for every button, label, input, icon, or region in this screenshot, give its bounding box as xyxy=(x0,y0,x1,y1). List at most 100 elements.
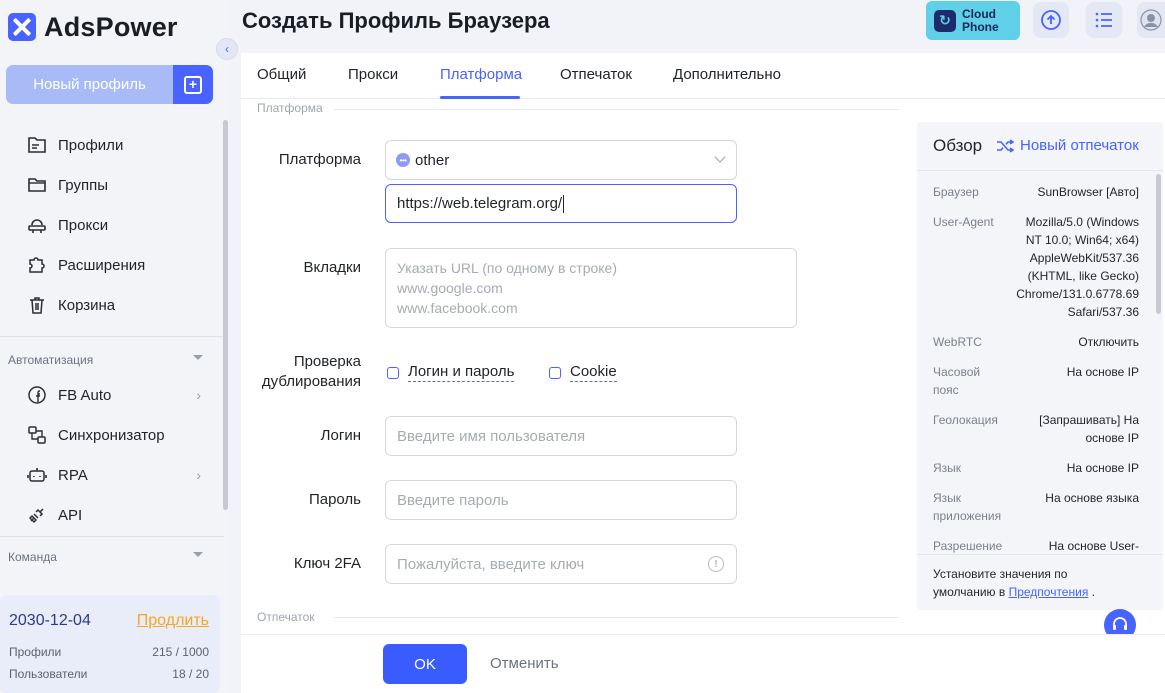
collapse-sidebar-button[interactable]: ‹ xyxy=(216,38,238,60)
password-placeholder: Введите пароль xyxy=(397,491,509,509)
platform-select[interactable]: ••• other xyxy=(385,140,737,180)
automation-section-header[interactable]: Автоматизация xyxy=(8,353,203,367)
tab-fingerprint[interactable]: Отпечаток xyxy=(560,66,632,83)
checkbox-icon xyxy=(549,366,561,379)
quick-add-button[interactable]: + xyxy=(173,65,213,104)
login-input[interactable]: Введите имя пользователя xyxy=(385,416,737,456)
overview-value: SunBrowser [Авто] xyxy=(1037,185,1139,199)
users-usage-label: Пользователи xyxy=(9,667,88,681)
sidebar-item-label: Синхронизатор xyxy=(58,426,165,444)
overview-key: Разрешение xyxy=(933,539,1003,553)
overview-value: Mozilla/5.0 (Windows NT 10.0; Win64; x64… xyxy=(1016,215,1139,319)
twofa-input[interactable]: Пожалуйста, введите ключ ! xyxy=(385,544,737,584)
duplicate-check-label-line2: дублирования xyxy=(261,373,361,390)
sidebar-divider xyxy=(0,336,224,337)
plus-square-icon: + xyxy=(184,75,202,94)
sidebar: AdsPower Новый профиль + Профили Группы … xyxy=(0,0,229,693)
form-footer: OK Отменить xyxy=(241,634,1165,693)
twofa-label: Ключ 2FA xyxy=(293,555,361,572)
tab-proxy[interactable]: Прокси xyxy=(348,66,398,83)
chevron-right-icon: › xyxy=(196,467,201,483)
new-fingerprint-label: Новый отпечаток xyxy=(1020,137,1139,154)
overview-value: На основе языка xyxy=(1045,491,1139,505)
platform-url-value: https://web.telegram.org/ xyxy=(397,195,563,212)
profiles-usage: Профили 215 / 1000 xyxy=(9,645,209,659)
overview-title: Обзор xyxy=(933,136,983,155)
list-icon xyxy=(1095,12,1112,28)
overview-key: Язык xyxy=(933,461,962,475)
duplicate-check-label: Проверка дублирования xyxy=(191,352,361,392)
overview-value: На основе User- xyxy=(1048,539,1139,553)
sidebar-divider xyxy=(0,536,224,537)
overview-key: WebRTC xyxy=(933,335,982,349)
section-divider xyxy=(334,109,900,110)
preferences-link[interactable]: Предпочтения xyxy=(1009,585,1089,599)
info-icon[interactable]: ! xyxy=(708,556,724,572)
user-avatar-button[interactable] xyxy=(1137,2,1165,38)
tabs-label: Вкладки xyxy=(303,259,361,276)
sidebar-item-proxy[interactable]: Прокси xyxy=(0,205,229,245)
tab-general[interactable]: Общий xyxy=(257,66,306,83)
overview-scrollbar[interactable] xyxy=(1156,174,1161,314)
login-placeholder: Введите имя пользователя xyxy=(397,427,586,445)
new-profile-label: Новый профиль xyxy=(33,76,146,93)
duplicate-check-label-line1: Проверка xyxy=(293,353,361,370)
puzzle-icon xyxy=(26,254,48,276)
ok-button[interactable]: OK xyxy=(383,644,467,684)
platform-url-input[interactable]: https://web.telegram.org/ xyxy=(385,184,737,223)
sidebar-item-label: FB Auto xyxy=(58,386,112,404)
sidebar-item-trash[interactable]: Корзина xyxy=(0,285,229,325)
tabs-url-textarea[interactable]: Указать URL (по одному в строке) www.goo… xyxy=(385,248,797,328)
cancel-button[interactable]: Отменить xyxy=(490,655,559,672)
active-tab-indicator xyxy=(440,96,520,99)
users-usage-value: 18 / 20 xyxy=(172,667,209,681)
sidebar-item-label: API xyxy=(58,506,83,524)
overview-footer-divider xyxy=(917,554,1163,555)
users-usage: Пользователи 18 / 20 xyxy=(9,667,209,681)
cloud-phone-button[interactable]: ↻ Cloud Phone xyxy=(926,1,1020,40)
dup-check-login-password[interactable]: Логин и пароль xyxy=(387,363,515,382)
overview-key: Часовой пояс xyxy=(933,365,981,397)
new-profile-button[interactable]: Новый профиль + xyxy=(6,65,213,104)
platform-selected-value: other xyxy=(415,151,450,169)
overview-note: Установите значения по умолчанию в Предп… xyxy=(933,565,1133,601)
overview-key: Браузер xyxy=(933,185,979,199)
renew-link[interactable]: Продлить xyxy=(137,612,209,630)
dup-check-cookie[interactable]: Cookie xyxy=(549,363,617,382)
tab-advanced[interactable]: Дополнительно xyxy=(673,66,781,83)
tab-platform[interactable]: Платформа xyxy=(440,66,522,83)
sidebar-scrollbar[interactable] xyxy=(223,120,228,510)
dup-check-cookie-label: Cookie xyxy=(570,363,617,382)
upload-button[interactable] xyxy=(1033,2,1069,38)
cloud-phone-label: Cloud Phone xyxy=(962,7,999,34)
overview-key: User-Agent xyxy=(933,215,994,229)
adspower-logo-icon xyxy=(8,13,36,41)
twofa-placeholder: Пожалуйста, введите ключ xyxy=(397,555,585,573)
sidebar-item-rpa[interactable]: RPA › xyxy=(0,455,229,495)
sidebar-item-label: Расширения xyxy=(58,256,146,274)
new-fingerprint-button[interactable]: Новый отпечаток xyxy=(996,137,1139,154)
plug-icon xyxy=(26,504,48,526)
profiles-usage-label: Профили xyxy=(9,645,62,659)
tabs-placeholder-line: www.google.com xyxy=(397,280,503,296)
sidebar-item-label: Прокси xyxy=(58,216,109,234)
more-dots-icon: ••• xyxy=(396,153,410,167)
facebook-icon xyxy=(26,384,48,406)
task-list-button[interactable] xyxy=(1086,2,1122,38)
proxy-icon xyxy=(26,214,48,236)
app-logo[interactable]: AdsPower xyxy=(8,10,178,44)
overview-key: Геолокация xyxy=(933,413,998,427)
automation-nav: FB Auto › Синхронизатор RPA › API xyxy=(0,375,229,535)
password-input[interactable]: Введите пароль xyxy=(385,480,737,520)
sidebar-item-label: Профили xyxy=(58,136,124,154)
section-divider xyxy=(334,617,900,618)
overview-value: [Запрашивать] На основе IP xyxy=(1039,413,1139,445)
section-title-fingerprint: Отпечаток xyxy=(257,610,315,624)
overview-panel: Обзор Новый отпечаток Браузер SunBrowser… xyxy=(917,122,1163,610)
profiles-icon xyxy=(26,134,48,156)
team-section-header[interactable]: Команда xyxy=(8,550,203,564)
overview-key: Язык приложения xyxy=(933,491,1002,523)
sidebar-item-groups[interactable]: Группы xyxy=(0,165,229,205)
cloud-phone-line2: Phone xyxy=(962,19,999,34)
tabs-placeholder-line: www.facebook.com xyxy=(397,300,518,316)
